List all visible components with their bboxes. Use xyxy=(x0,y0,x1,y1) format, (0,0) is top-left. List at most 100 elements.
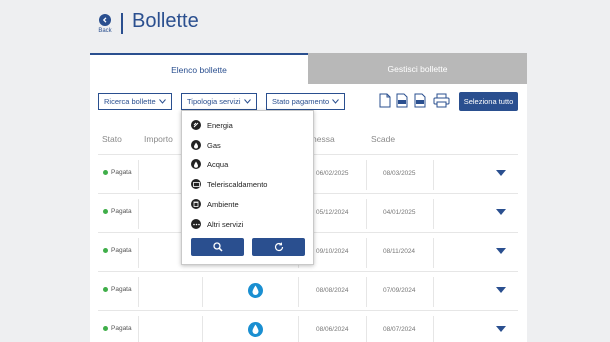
due-date: 04/01/2025 xyxy=(383,209,416,216)
status-badge: Pagata xyxy=(103,325,132,332)
cell-divider xyxy=(433,277,434,307)
cell-divider xyxy=(138,238,139,268)
xls-file-icon[interactable] xyxy=(414,93,426,108)
option-label: Altri servizi xyxy=(207,219,244,229)
tab-gestisci-bollette[interactable]: Gestisci bollette xyxy=(308,53,527,84)
paid-dot-icon xyxy=(103,326,108,331)
expand-caret-icon[interactable] xyxy=(496,209,506,215)
back-label: Back xyxy=(98,28,112,34)
flame-icon xyxy=(191,140,201,150)
status-badge: Pagata xyxy=(103,286,132,293)
cell-divider xyxy=(202,277,203,307)
cell-divider xyxy=(138,277,139,307)
issue-date: 09/10/2024 xyxy=(316,248,349,255)
option-label: Teleriscaldamento xyxy=(207,179,268,189)
cell-divider xyxy=(433,160,434,190)
status-text: Pagata xyxy=(111,325,132,332)
paid-dot-icon xyxy=(103,248,108,253)
table-row[interactable]: Pagata 08/08/2024 07/09/2024 xyxy=(98,271,518,310)
option-label: Gas xyxy=(207,140,221,150)
payment-status-label: Stato pagamento xyxy=(272,97,330,106)
due-date: 08/03/2025 xyxy=(383,170,416,177)
due-date: 08/07/2024 xyxy=(383,326,416,333)
column-header-emissione: nessa xyxy=(312,134,335,144)
option-acqua[interactable]: Acqua xyxy=(191,157,228,171)
page-title: Bollette xyxy=(132,10,199,32)
option-label: Acqua xyxy=(207,159,229,169)
expand-caret-icon[interactable] xyxy=(496,326,506,332)
header-divider xyxy=(121,13,123,34)
cell-divider xyxy=(366,199,367,229)
paid-dot-icon xyxy=(103,209,108,214)
option-label: Ambiente xyxy=(207,199,239,209)
payment-status-select[interactable]: Stato pagamento xyxy=(266,93,345,110)
printer-icon[interactable] xyxy=(433,93,450,108)
option-teleriscaldamento[interactable]: Teleriscaldamento xyxy=(191,177,267,191)
cell-divider xyxy=(366,277,367,307)
paid-dot-icon xyxy=(103,287,108,292)
status-badge: Pagata xyxy=(103,169,132,176)
cell-divider xyxy=(202,316,203,342)
service-type-dropdown: Energia Gas Acqua Teleriscaldamento Ambi… xyxy=(181,110,314,265)
cell-divider xyxy=(366,160,367,190)
pdf-file-icon[interactable] xyxy=(396,93,408,108)
issue-date: 08/06/2024 xyxy=(316,326,349,333)
due-date: 08/11/2024 xyxy=(383,248,416,255)
status-text: Pagata xyxy=(111,169,132,176)
status-badge: Pagata xyxy=(103,208,132,215)
status-text: Pagata xyxy=(111,286,132,293)
cell-divider xyxy=(298,316,299,342)
select-all-button[interactable]: Seleziona tutto xyxy=(459,92,518,111)
back-arrow-icon xyxy=(99,14,111,26)
option-gas[interactable]: Gas xyxy=(191,138,221,152)
due-date: 07/09/2024 xyxy=(383,287,416,294)
column-header-scadenza: Scade xyxy=(371,134,396,144)
cell-divider xyxy=(433,316,434,342)
search-icon xyxy=(212,242,223,252)
expand-caret-icon[interactable] xyxy=(496,248,506,254)
reset-filter-button[interactable] xyxy=(252,238,305,256)
refresh-icon xyxy=(274,242,283,252)
waste-bin-icon xyxy=(191,199,201,209)
option-label: Energia xyxy=(207,120,233,130)
water-drop-icon xyxy=(248,283,263,298)
chevron-down-icon xyxy=(159,99,166,104)
water-drop-icon xyxy=(248,322,263,337)
service-type-select[interactable]: Tipologia servizi xyxy=(181,93,257,110)
more-icon xyxy=(191,219,201,229)
expand-caret-icon[interactable] xyxy=(496,287,506,293)
energy-icon xyxy=(191,120,201,130)
issue-date: 08/08/2024 xyxy=(316,287,349,294)
page-header: Back Bollette xyxy=(0,0,610,52)
paid-dot-icon xyxy=(103,170,108,175)
issue-date: 05/12/2024 xyxy=(316,209,349,216)
cell-divider xyxy=(298,277,299,307)
cell-divider xyxy=(366,316,367,342)
cell-divider xyxy=(433,238,434,268)
status-badge: Pagata xyxy=(103,247,132,254)
option-altri-servizi[interactable]: Altri servizi xyxy=(191,217,243,231)
search-bills-select[interactable]: Ricerca bollette xyxy=(98,93,172,110)
tab-elenco-bollette[interactable]: Elenco bollette xyxy=(90,53,308,84)
service-type-label: Tipologia servizi xyxy=(187,97,241,106)
document-icon[interactable] xyxy=(379,93,391,108)
table-row[interactable]: Pagata 08/06/2024 08/07/2024 xyxy=(98,310,518,342)
back-button[interactable]: Back xyxy=(97,14,113,34)
status-text: Pagata xyxy=(111,247,132,254)
chevron-down-icon xyxy=(332,99,339,104)
column-header-stato: Stato xyxy=(102,134,122,144)
chevron-down-icon xyxy=(244,99,251,104)
cell-divider xyxy=(366,238,367,268)
option-energia[interactable]: Energia xyxy=(191,118,233,132)
search-bills-label: Ricerca bollette xyxy=(104,97,156,106)
cell-divider xyxy=(433,199,434,229)
apply-filter-button[interactable] xyxy=(191,238,244,256)
expand-caret-icon[interactable] xyxy=(496,170,506,176)
option-ambiente[interactable]: Ambiente xyxy=(191,197,239,211)
column-header-importo: Importo xyxy=(144,134,173,144)
cell-divider xyxy=(138,199,139,229)
status-text: Pagata xyxy=(111,208,132,215)
cell-divider xyxy=(138,160,139,190)
issue-date: 06/02/2025 xyxy=(316,170,349,177)
district-heating-icon xyxy=(191,179,201,189)
